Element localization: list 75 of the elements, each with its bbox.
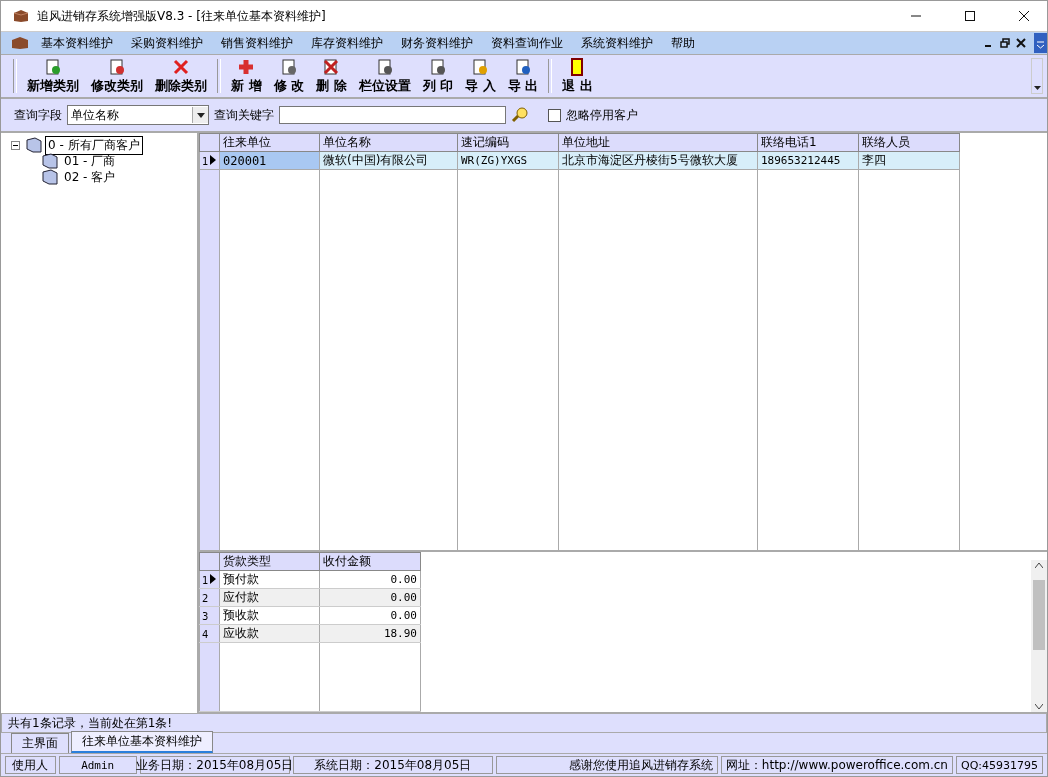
toolbar-button[interactable]: 修改类别 bbox=[85, 57, 149, 95]
table-cell: 预收款 bbox=[219, 606, 320, 625]
toolbar-icon bbox=[279, 57, 298, 76]
scrollbar[interactable] bbox=[1031, 560, 1047, 712]
caret-icon bbox=[196, 112, 205, 118]
menu-item[interactable]: 系统资料维护 bbox=[575, 34, 659, 52]
field-label: 查询字段 bbox=[14, 106, 62, 124]
keyword-label: 查询关键字 bbox=[214, 106, 274, 124]
toolbar-button[interactable]: 修 改 bbox=[267, 57, 311, 95]
toolbar-icon bbox=[375, 57, 394, 76]
table-cell: 0.00 bbox=[319, 606, 421, 625]
checkbox-label: 忽略停用客户 bbox=[566, 106, 638, 124]
tree-item[interactable]: 0 - 所有厂商客户 bbox=[45, 135, 143, 155]
menu-item[interactable]: 财务资料维护 bbox=[395, 34, 479, 52]
maximize-icon[interactable] bbox=[964, 10, 976, 22]
toolbar-icon bbox=[237, 57, 256, 76]
toolbar-icon bbox=[471, 57, 490, 76]
tab[interactable]: 往来单位基本资料维护 bbox=[71, 731, 213, 753]
toolbar-icon bbox=[428, 57, 447, 76]
search-icon[interactable] bbox=[511, 107, 529, 123]
window-title: 追风进销存系统增强版V8.3 - [往来单位基本资料维护] bbox=[37, 7, 326, 25]
toolbar-icon bbox=[44, 57, 62, 76]
column-header[interactable]: 往来单位 bbox=[219, 133, 320, 152]
caret-icon bbox=[1033, 86, 1041, 90]
toolbar-icon bbox=[513, 57, 532, 76]
folder-icon bbox=[41, 153, 59, 169]
toolbar-button[interactable]: 删 除 bbox=[310, 57, 353, 95]
toolbar-button[interactable]: 退 出 bbox=[556, 57, 599, 95]
menu-item[interactable]: 库存资料维护 bbox=[305, 34, 389, 52]
scroll-down-icon[interactable] bbox=[1035, 704, 1043, 709]
toolbar-button[interactable]: 新 增 bbox=[225, 57, 268, 95]
table-cell: 0.00 bbox=[319, 570, 421, 589]
table-cell: 预付款 bbox=[219, 570, 320, 589]
column-header[interactable]: 收付金额 bbox=[319, 552, 421, 571]
status-panel: 感谢您使用追风进销存系统 bbox=[495, 756, 718, 774]
close-icon[interactable] bbox=[1016, 38, 1026, 48]
status-panel: Admin bbox=[58, 756, 137, 774]
status-panel: 使用人 bbox=[5, 756, 56, 774]
app-icon bbox=[11, 36, 29, 50]
toolbar-icon bbox=[172, 57, 190, 76]
keyword-field[interactable] bbox=[279, 106, 506, 124]
column-header[interactable]: 速记编码 bbox=[457, 133, 559, 152]
status-panel: 网址：http://www.poweroffice.com.cn bbox=[720, 756, 953, 774]
tab[interactable]: 主界面 bbox=[11, 733, 69, 753]
column-header[interactable]: 单位地址 bbox=[558, 133, 758, 152]
folder-icon bbox=[25, 137, 43, 153]
record-status: 共有1条记录，当前处在第1条! bbox=[8, 714, 173, 732]
toolbar-button[interactable]: 栏位设置 bbox=[352, 57, 417, 95]
folder-icon bbox=[41, 169, 59, 185]
field-dropdown[interactable]: 单位名称 bbox=[67, 105, 209, 125]
toolbar-button[interactable]: 新增类别 bbox=[21, 57, 85, 95]
app-icon bbox=[13, 9, 29, 23]
toolbar-button[interactable]: 删除类别 bbox=[149, 57, 213, 95]
menu-item[interactable]: 资料查询作业 bbox=[485, 34, 569, 52]
toolbar-icon bbox=[108, 57, 126, 76]
toolbar-button[interactable]: 导 入 bbox=[459, 57, 502, 95]
toolbar-button[interactable]: 导 出 bbox=[501, 57, 545, 95]
column-header[interactable]: 联络人员 bbox=[858, 133, 960, 152]
menu-item[interactable]: 帮助 bbox=[665, 34, 701, 52]
scroll-up-icon[interactable] bbox=[1035, 563, 1043, 568]
dropdown-icon[interactable] bbox=[1034, 33, 1047, 53]
restore-icon[interactable] bbox=[1000, 38, 1010, 48]
close-icon[interactable] bbox=[1018, 10, 1030, 22]
expander-icon[interactable] bbox=[11, 140, 23, 150]
column-header[interactable]: 货款类型 bbox=[219, 552, 320, 571]
menu-item[interactable]: 采购资料维护 bbox=[125, 34, 209, 52]
column-header[interactable]: 联络电话1 bbox=[757, 133, 859, 152]
menu-item[interactable]: 销售资料维护 bbox=[215, 34, 299, 52]
status-panel: 系统日期：2015年08月05日 bbox=[292, 756, 493, 774]
toolbar-button[interactable]: 列 印 bbox=[416, 57, 460, 95]
status-panel: QQ:45931795 bbox=[956, 756, 1043, 774]
menu-item[interactable]: 基本资料维护 bbox=[35, 34, 119, 52]
checkbox[interactable] bbox=[548, 108, 561, 122]
column-header[interactable]: 单位名称 bbox=[319, 133, 458, 152]
toolbar-icon bbox=[322, 57, 341, 76]
